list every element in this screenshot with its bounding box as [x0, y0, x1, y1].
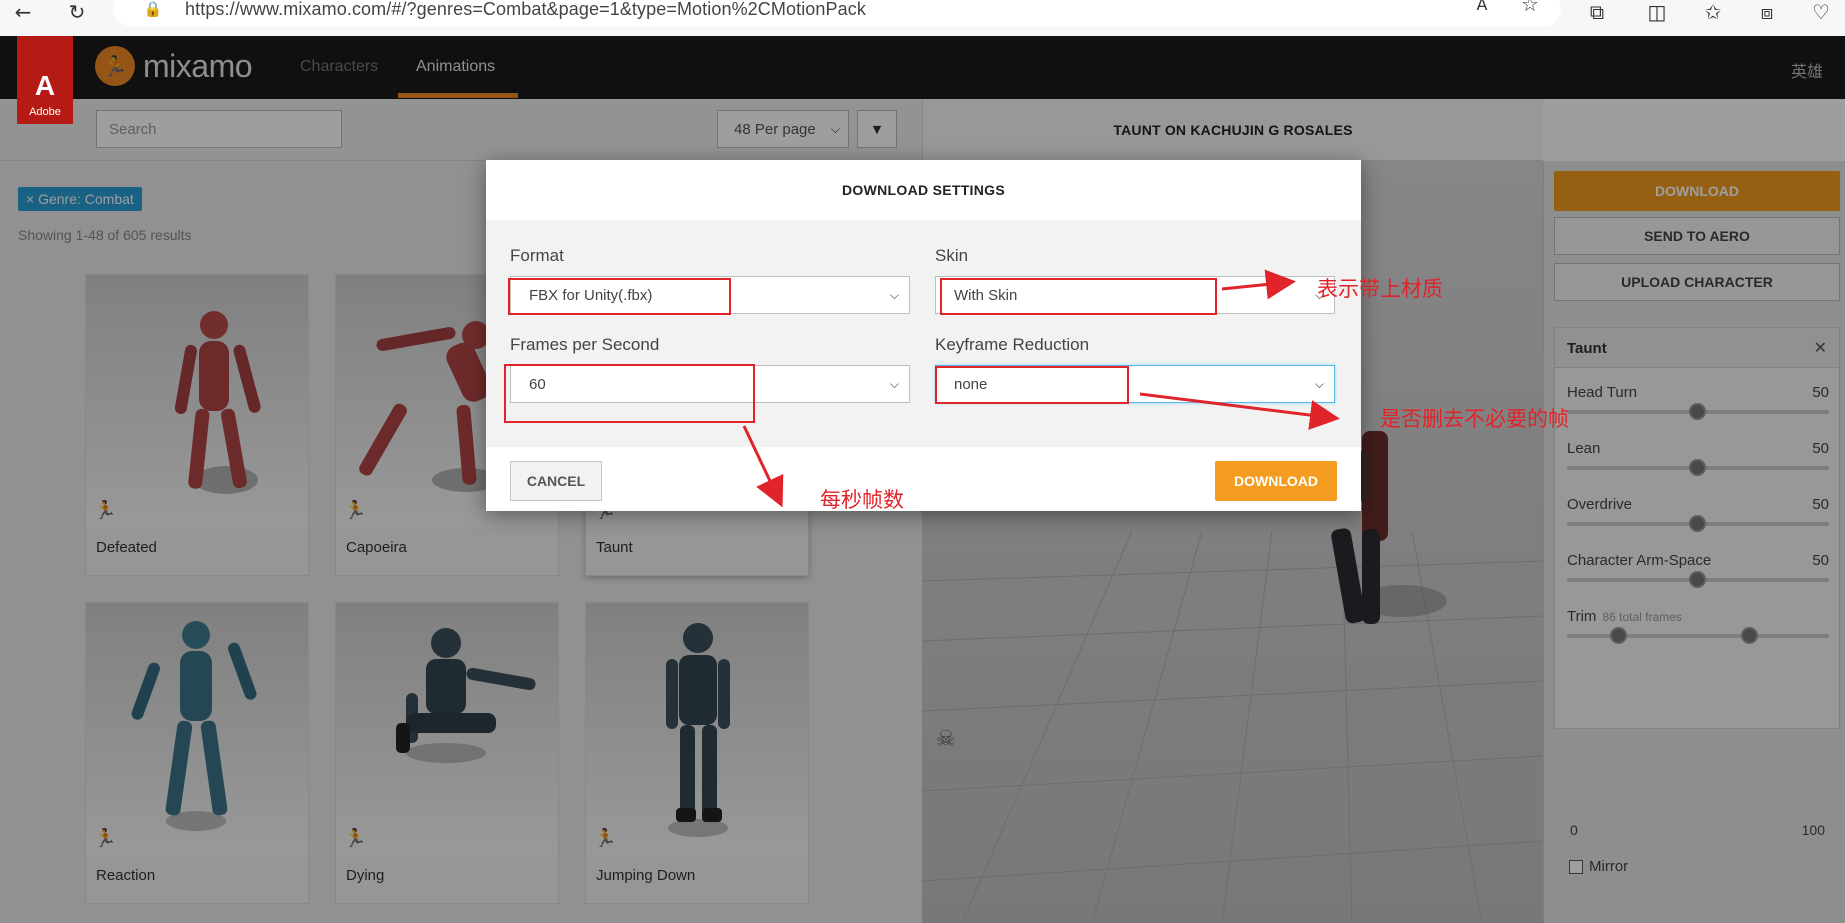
- arrow-keyframe: [1139, 392, 1340, 430]
- annotation-skin-note: 表示带上材质: [1317, 277, 1443, 301]
- adobe-label: Adobe: [29, 106, 61, 118]
- adobe-logo[interactable]: A Adobe: [17, 36, 73, 124]
- adobe-icon: A: [34, 70, 56, 101]
- arrow-fps: [742, 425, 784, 508]
- arrow-skin: [1221, 269, 1296, 300]
- annotation-keyframe-note: 是否删去不必要的帧: [1380, 407, 1569, 431]
- annotation-arrows: [742, 269, 1340, 508]
- annotation-fps-note: 每秒帧数: [820, 488, 904, 512]
